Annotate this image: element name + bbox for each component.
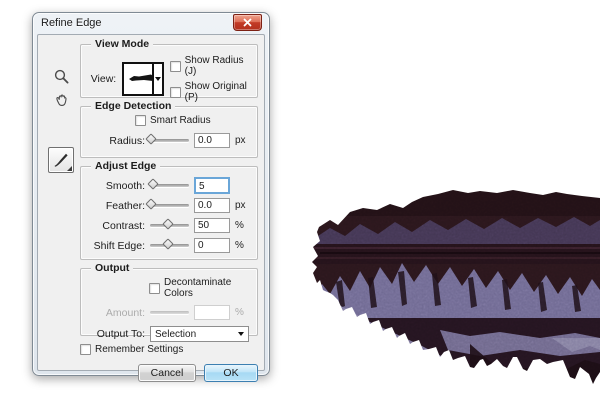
feather-slider-thumb[interactable] [145,198,156,209]
feather-unit: px [235,200,249,211]
smart-radius-checkbox[interactable] [135,115,146,126]
edge-detection-legend: Edge Detection [91,100,175,112]
close-icon [243,18,252,27]
feather-slider-row: Feather: 0.0 px [89,196,249,215]
amount-slider [150,311,189,314]
cancel-button[interactable]: Cancel [138,364,196,382]
feather-slider[interactable] [150,204,189,207]
shift-edge-label: Shift Edge: [89,240,145,252]
dialog-content: View Mode View: [37,34,265,371]
radius-unit: px [235,135,249,146]
shift-edge-unit: % [235,240,249,251]
radius-label: Radius: [89,135,145,147]
radius-value-field[interactable]: 0.0 [194,133,230,148]
show-radius-label: Show Radius (J) [185,55,249,77]
show-original-checkbox-row[interactable]: Show Original (P) [170,81,249,103]
ok-button[interactable]: OK [204,364,258,382]
output-to-row: Output To: Selection [89,326,249,342]
remember-settings-label: Remember Settings [95,344,183,355]
radius-slider[interactable] [150,139,189,142]
view-label: View: [89,73,116,85]
contrast-value-field[interactable]: 50 [194,218,230,233]
amount-slider-row: Amount: % [89,303,249,322]
masked-canyon-image [300,182,600,397]
smooth-value-field[interactable]: 5 [194,177,230,194]
shift-edge-slider[interactable] [150,244,189,247]
contrast-slider[interactable] [150,224,189,227]
adjust-edge-legend: Adjust Edge [91,160,160,172]
remember-settings-row[interactable]: Remember Settings [80,344,258,355]
remember-settings-checkbox[interactable] [80,344,91,355]
show-original-checkbox[interactable] [170,87,181,98]
shift-edge-slider-row: Shift Edge: 0 % [89,236,249,255]
feather-value-field[interactable]: 0.0 [194,198,230,213]
output-legend: Output [91,262,133,274]
shift-edge-slider-thumb[interactable] [163,238,174,249]
contrast-label: Contrast: [89,220,145,232]
edge-detection-group: Edge Detection Smart Radius Radius: 0.0 … [80,106,258,158]
hand-tool-button[interactable] [50,89,72,111]
show-radius-checkbox[interactable] [170,61,181,72]
photoshop-canvas-area: Refine Edge [0,0,600,400]
dialog-buttons: Cancel OK [80,364,258,382]
contrast-slider-thumb[interactable] [163,218,174,229]
view-mode-dropdown[interactable] [122,62,163,96]
smooth-label: Smooth: [89,180,145,192]
output-to-label: Output To: [89,328,145,340]
smooth-slider-row: Smooth: 5 [89,176,249,195]
output-to-value: Selection [155,329,238,340]
close-button[interactable] [233,14,262,31]
refine-radius-tool-button[interactable] [48,147,74,173]
show-radius-checkbox-row[interactable]: Show Radius (J) [170,55,249,77]
chevron-down-icon [238,332,244,336]
hand-icon [53,92,70,109]
dialog-titlebar[interactable]: Refine Edge [33,13,269,34]
amount-unit: % [235,307,249,318]
contrast-unit: % [235,220,249,231]
adjust-edge-group: Adjust Edge Smooth: 5 Feather: 0.0 px [80,166,258,260]
amount-label: Amount: [89,307,145,319]
smooth-slider[interactable] [150,184,189,187]
decontaminate-checkbox[interactable] [149,283,160,294]
radius-slider-row: Radius: 0.0 px [89,131,249,150]
smooth-slider-thumb[interactable] [147,178,158,189]
view-preview [124,64,151,94]
decontaminate-label: Decontaminate Colors [164,277,249,299]
contrast-slider-row: Contrast: 50 % [89,216,249,235]
view-mode-legend: View Mode [91,38,153,50]
smart-radius-label: Smart Radius [150,115,211,126]
shift-edge-value-field[interactable]: 0 [194,238,230,253]
smart-radius-checkbox-row[interactable]: Smart Radius [135,115,249,126]
output-group: Output Decontaminate Colors Amount: % Ou… [80,268,258,336]
output-to-dropdown[interactable]: Selection [150,326,249,342]
view-preview-icon [124,64,156,94]
tool-column [47,63,77,173]
zoom-tool-button[interactable] [50,65,72,87]
flyout-corner-icon [67,166,72,171]
decontaminate-checkbox-row[interactable]: Decontaminate Colors [149,277,249,299]
magnifier-icon [53,68,70,85]
amount-value-field [194,305,230,320]
feather-label: Feather: [89,200,145,212]
view-mode-group: View Mode View: [80,44,258,98]
radius-slider-thumb[interactable] [145,133,156,144]
dialog-title: Refine Edge [41,17,102,29]
refine-edge-dialog: Refine Edge [32,12,270,376]
show-original-label: Show Original (P) [185,81,249,103]
